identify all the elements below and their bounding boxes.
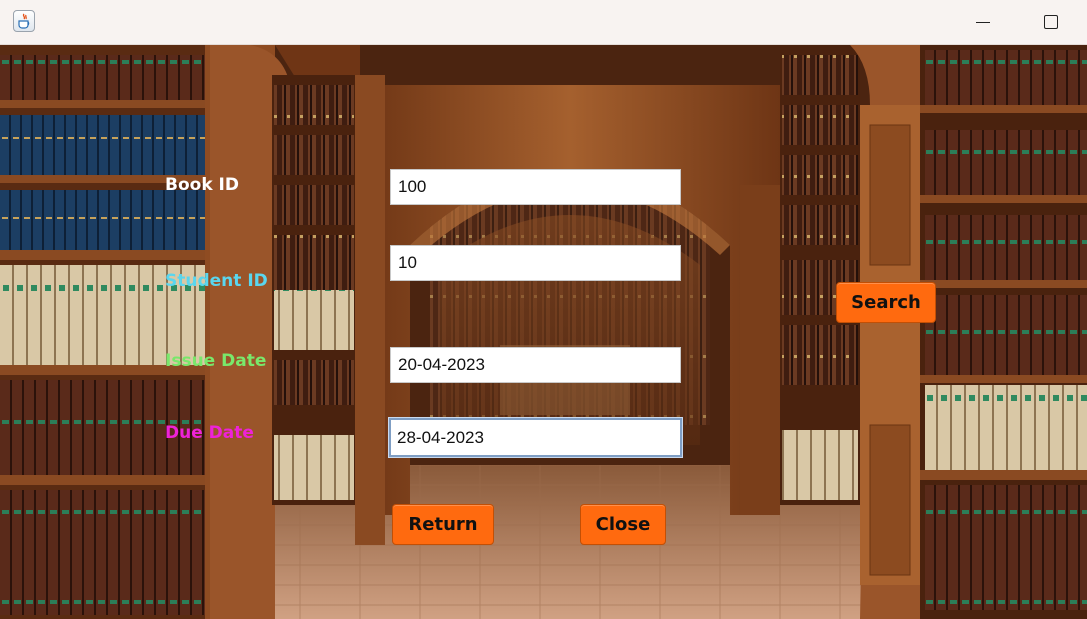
library-background-image <box>0 45 1087 619</box>
issue-date-label: Issue Date <box>165 351 267 371</box>
search-button[interactable]: Search <box>836 282 936 323</box>
student-id-label: Student ID <box>165 271 268 291</box>
java-cup-icon[interactable] <box>13 10 35 32</box>
maximize-icon <box>1044 15 1058 29</box>
due-date-field[interactable] <box>389 418 682 457</box>
minimize-button[interactable] <box>960 0 1006 44</box>
student-id-field[interactable] <box>390 245 681 281</box>
form-panel: Book ID Student ID Issue Date Due Date S… <box>0 45 1087 619</box>
return-button[interactable]: Return <box>392 504 494 545</box>
book-id-label: Book ID <box>165 175 239 195</box>
due-date-label: Due Date <box>165 423 254 443</box>
book-id-field[interactable] <box>390 169 681 205</box>
minimize-icon <box>976 22 990 23</box>
maximize-button[interactable] <box>1028 0 1074 44</box>
close-button[interactable]: Close <box>580 504 666 545</box>
title-bar <box>0 0 1087 45</box>
return-book-window: Book ID Student ID Issue Date Due Date S… <box>0 0 1087 619</box>
issue-date-field[interactable] <box>390 347 681 383</box>
